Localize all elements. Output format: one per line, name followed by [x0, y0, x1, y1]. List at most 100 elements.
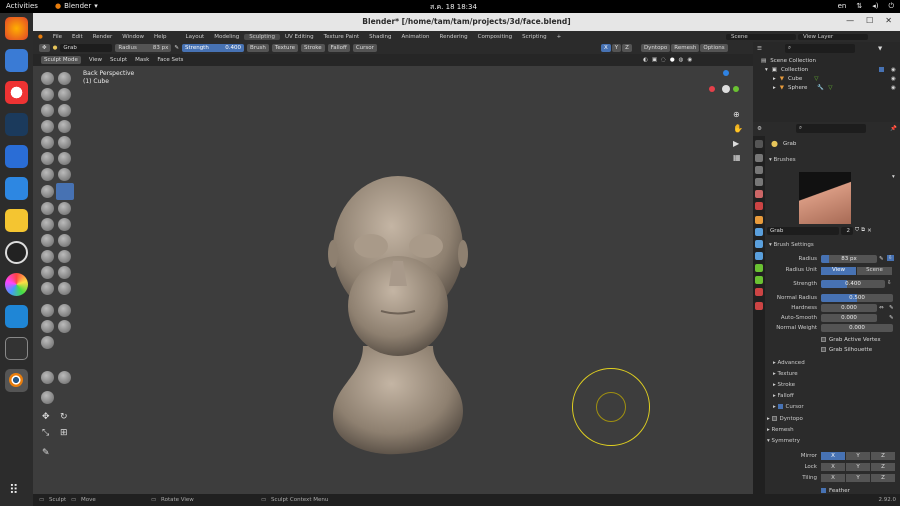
constraints-tab-icon[interactable]	[755, 264, 763, 272]
steam-icon[interactable]	[5, 113, 28, 136]
mirror-y-toggle[interactable]: Y	[846, 452, 870, 460]
nudge-brush-icon[interactable]	[41, 234, 54, 247]
remesh-dropdown[interactable]: Remesh	[671, 44, 700, 52]
color-filter-icon[interactable]	[58, 371, 71, 384]
falloff-section[interactable]: Falloff	[778, 393, 794, 399]
material-tab-icon[interactable]	[755, 288, 763, 296]
document-viewer-icon[interactable]	[5, 145, 28, 168]
multiplane-scrape-brush-icon[interactable]	[58, 168, 71, 181]
blender-menu-icon[interactable]: ●	[33, 34, 48, 40]
app-menu[interactable]: ● Blender ▾	[55, 2, 98, 10]
grab-active-vertex-checkbox[interactable]	[821, 337, 826, 342]
clay-strips-brush-icon[interactable]	[58, 88, 71, 101]
rendered-shading-icon[interactable]: ◉	[687, 57, 692, 63]
overlay-icon[interactable]: ◐	[643, 57, 648, 63]
terminal-icon[interactable]	[5, 337, 28, 360]
menu-window[interactable]: Window	[117, 34, 149, 40]
color-picker-icon[interactable]	[5, 273, 28, 296]
particles-tab-icon[interactable]	[755, 240, 763, 248]
transform-tool-icon[interactable]: ⊞	[60, 428, 68, 438]
hardness-pressure-icon[interactable]: ✎	[889, 305, 894, 311]
tab-shading[interactable]: Shading	[364, 34, 396, 40]
brush-settings-section[interactable]: Brush Settings	[774, 242, 814, 248]
modifier-tab-icon[interactable]	[755, 228, 763, 236]
eye-icon[interactable]: ◉	[891, 85, 896, 91]
cursor-checkbox[interactable]	[777, 404, 783, 409]
clock[interactable]: ส.ค. 18 18:34	[430, 2, 477, 13]
rotate-tool-icon[interactable]: ↻	[60, 412, 68, 422]
dyntopo-section[interactable]: Dyntopo	[780, 416, 803, 422]
elastic-deform-brush-icon[interactable]	[41, 202, 54, 215]
collection-label[interactable]: Collection	[781, 67, 808, 73]
grab-silhouette-checkbox[interactable]	[821, 347, 826, 352]
zoom-icon[interactable]: ⊕	[733, 110, 740, 119]
slide-relax-brush-icon[interactable]	[41, 250, 54, 263]
brush-name-field[interactable]: Grab	[60, 44, 113, 52]
stroke-dropdown[interactable]: Stroke	[301, 44, 325, 52]
expand-icon[interactable]: ▸	[773, 76, 776, 82]
tab-compositing[interactable]: Compositing	[473, 34, 517, 40]
pressure-strength-icon[interactable]: ⇩	[887, 280, 892, 286]
brush-preview-thumbnail[interactable]	[799, 172, 851, 224]
filter-icon[interactable]: ▼	[878, 46, 882, 52]
mask-brush-icon[interactable]	[41, 282, 54, 295]
hardness-slider[interactable]: 0.000	[821, 304, 877, 312]
symmetry-section[interactable]: Symmetry	[772, 438, 801, 444]
tab-sculpting[interactable]: Sculpting	[244, 33, 280, 40]
blob-brush-icon[interactable]	[58, 120, 71, 133]
output-tab-icon[interactable]	[755, 166, 763, 174]
menu-help[interactable]: Help	[149, 34, 172, 40]
wireframe-shading-icon[interactable]: ◌	[661, 57, 666, 63]
help-icon[interactable]	[5, 81, 28, 104]
stroke-section[interactable]: Stroke	[778, 382, 796, 388]
power-icon[interactable]: ⏻	[888, 2, 894, 11]
draw-sharp-brush-icon[interactable]	[58, 72, 71, 85]
tiling-y-toggle[interactable]: Y	[846, 474, 870, 482]
clay-brush-icon[interactable]	[41, 88, 54, 101]
fake-user-shield-icon[interactable]: ⛉	[855, 227, 859, 234]
menu-file[interactable]: File	[48, 34, 67, 40]
view-layer-selector[interactable]: View Layer	[798, 33, 868, 40]
vscode-icon[interactable]	[5, 305, 28, 328]
outliner-item-sphere[interactable]: Sphere	[788, 85, 807, 91]
lock-y-toggle[interactable]: Y	[846, 463, 870, 471]
pressure-icon[interactable]: ✎	[174, 45, 179, 51]
radius-unit-scene-button[interactable]: Scene	[857, 266, 892, 275]
activities-button[interactable]: Activities	[6, 2, 38, 10]
eye-icon[interactable]: ◉	[891, 67, 896, 73]
brushes-section[interactable]: Brushes	[774, 157, 796, 163]
cloth-brush-icon[interactable]	[41, 266, 54, 279]
brush-name-field[interactable]: Grab	[767, 226, 839, 235]
autosmooth-slider[interactable]: 0.000	[821, 314, 877, 322]
dyntopo-dropdown[interactable]: Dyntopo	[640, 44, 671, 52]
properties-search-input[interactable]: ⌕	[795, 124, 866, 133]
language-indicator[interactable]: en	[838, 2, 847, 11]
menu-mask[interactable]: Mask	[135, 57, 149, 63]
texture-dropdown[interactable]: Texture	[271, 44, 299, 52]
brush-dropdown[interactable]: Brush	[247, 44, 269, 52]
collection-include-checkbox[interactable]	[879, 67, 884, 72]
symmetry-z-toggle[interactable]: Z	[622, 44, 632, 52]
software-store-icon[interactable]	[5, 177, 28, 200]
radius-unit-view-button[interactable]: View	[821, 266, 856, 275]
menu-face-sets[interactable]: Face Sets	[157, 57, 183, 63]
remesh-section[interactable]: Remesh	[772, 427, 794, 433]
grid-view-icon[interactable]: ▦	[733, 153, 741, 162]
solid-shading-icon[interactable]: ●	[670, 57, 675, 63]
simplify-brush-icon[interactable]	[58, 266, 71, 279]
symmetry-y-toggle[interactable]: Y	[611, 44, 622, 52]
tab-animation[interactable]: Animation	[396, 34, 434, 40]
pose-brush-icon[interactable]	[58, 218, 71, 231]
duplicate-brush-icon[interactable]: ⧉	[861, 227, 865, 234]
tab-texture-paint[interactable]: Texture Paint	[319, 34, 365, 40]
object-tab-icon[interactable]	[755, 216, 763, 224]
gizmo-x-axis[interactable]	[709, 86, 715, 92]
hand-pan-icon[interactable]: ✋	[733, 124, 743, 133]
outliner-item-cube[interactable]: Cube	[788, 76, 802, 82]
thumb-brush-icon[interactable]	[41, 218, 54, 231]
expand-icon[interactable]: ▸	[773, 85, 776, 91]
maximize-icon[interactable]: ☐	[866, 16, 873, 25]
rhythmbox-icon[interactable]	[5, 209, 28, 232]
menu-view[interactable]: View	[89, 57, 102, 63]
flatten-brush-icon[interactable]	[41, 152, 54, 165]
